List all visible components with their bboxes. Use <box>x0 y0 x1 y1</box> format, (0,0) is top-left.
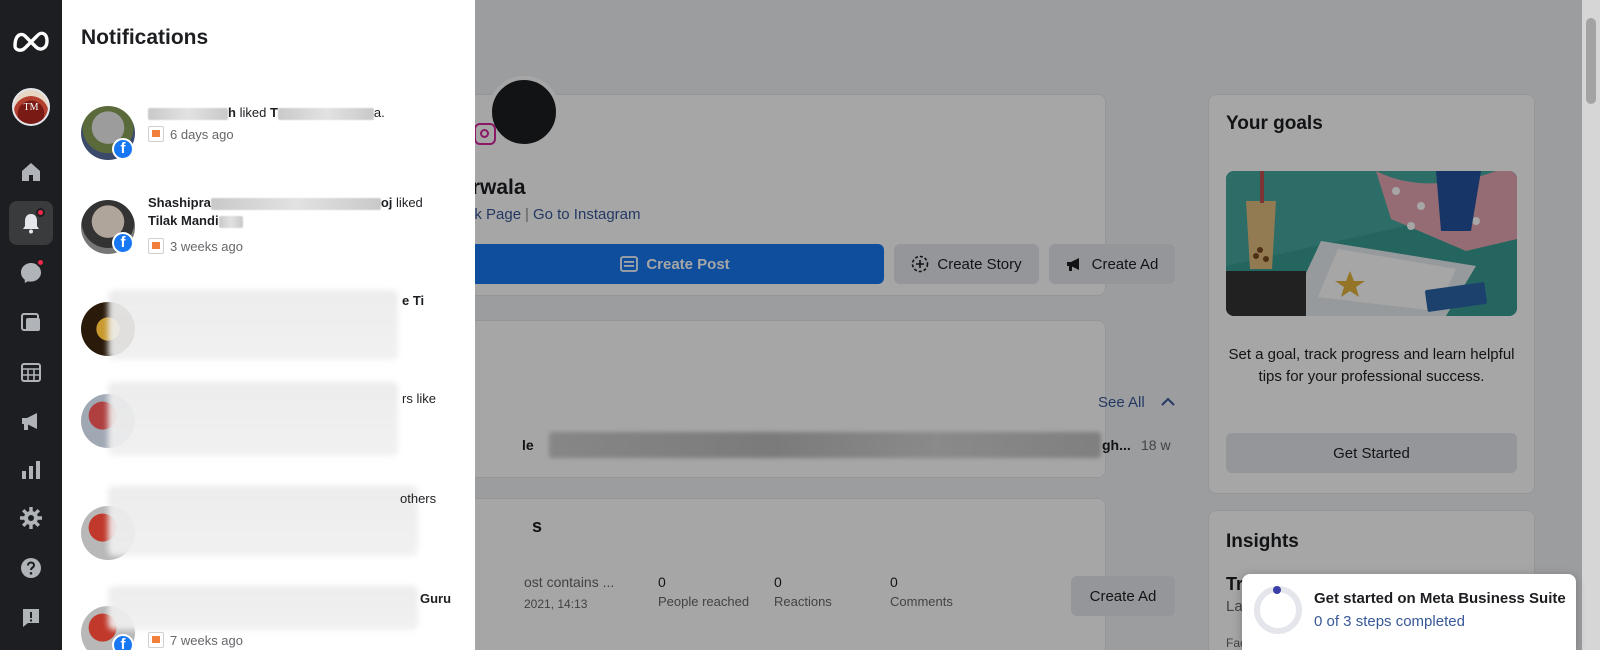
redacted-object <box>218 215 243 228</box>
redacted-object <box>277 107 374 120</box>
time-text: 7 weeks ago <box>170 632 243 648</box>
progress-ring <box>1254 586 1302 634</box>
get-started-toast[interactable]: Get started on Meta Business Suite 0 of … <box>1242 574 1576 650</box>
notifications-panel: Notifications f h liked Ta. 6 days ago f… <box>62 0 475 650</box>
notification-item[interactable]: rs like <box>62 382 475 482</box>
scrollbar-thumb[interactable] <box>1586 18 1596 104</box>
redacted-notification <box>108 586 418 630</box>
action-text: liked <box>239 105 267 120</box>
notification-time: 7 weeks ago <box>148 632 243 648</box>
gear-icon <box>20 507 42 529</box>
redacted-notification <box>108 486 418 556</box>
notification-text-fragment: e Ti <box>402 293 425 308</box>
nav-settings[interactable] <box>9 496 53 540</box>
nav-inbox[interactable] <box>9 251 53 295</box>
notification-time: 3 weeks ago <box>148 238 243 254</box>
notification-item[interactable]: e Ti <box>62 290 475 384</box>
content-icon <box>21 313 40 331</box>
nav-insights[interactable] <box>9 448 53 492</box>
help-icon <box>21 558 41 578</box>
nav-help[interactable] <box>9 546 53 590</box>
notification-item[interactable]: f Shashipra oj liked Tilak Mandi 3 weeks … <box>62 194 475 274</box>
notification-text-fragment: others <box>400 491 437 506</box>
notification-text-fragment: rs like <box>402 391 436 406</box>
page-flag-icon <box>148 126 164 142</box>
redacted-name <box>210 197 381 210</box>
toast-progress[interactable]: 0 of 3 steps completed <box>1314 613 1465 630</box>
facebook-icon: f <box>112 232 134 254</box>
notification-text: h liked Ta. <box>148 104 458 122</box>
meta-logo-icon[interactable] <box>9 18 53 62</box>
page-flag-icon <box>148 632 164 648</box>
nav-planner[interactable] <box>9 350 53 394</box>
redacted-notification <box>108 382 398 456</box>
page-avatar[interactable]: TM <box>12 88 50 126</box>
notification-item[interactable]: f Guru 7 weeks ago <box>62 586 475 650</box>
nav-report[interactable] <box>9 596 53 640</box>
action-text: liked <box>396 195 423 210</box>
avatar-text: TM <box>23 101 39 113</box>
notification-text-fragment: Guru <box>420 591 452 606</box>
actor-fragment-end: oj <box>380 195 393 210</box>
nav-ads[interactable] <box>9 399 53 443</box>
toast-title: Get started on Meta Business Suite <box>1314 590 1566 607</box>
object-fragment: T <box>269 105 278 120</box>
object-end: a. <box>373 105 385 120</box>
actor-fragment: h <box>228 105 236 120</box>
bar-chart-icon <box>22 461 40 479</box>
notification-item[interactable]: f h liked Ta. 6 days ago <box>62 104 475 174</box>
redacted-notification <box>108 290 398 360</box>
notification-item[interactable]: others <box>62 486 475 582</box>
redacted-name <box>148 107 228 120</box>
calendar-icon <box>21 363 41 382</box>
inbox-badge <box>36 258 45 267</box>
time-text: 3 weeks ago <box>170 238 243 254</box>
facebook-icon: f <box>112 634 134 650</box>
report-icon <box>23 609 39 627</box>
facebook-icon: f <box>112 138 134 160</box>
home-icon <box>22 163 40 181</box>
notification-text: Shashipra oj liked Tilak Mandi <box>148 194 458 230</box>
time-text: 6 days ago <box>170 126 234 142</box>
object-fragment: Tilak Mandi <box>148 213 219 228</box>
left-nav-rail: TM <box>0 0 62 650</box>
megaphone-icon <box>22 413 37 430</box>
actor-fragment: Shashipra <box>148 195 211 210</box>
notifications-title: Notifications <box>81 26 209 49</box>
nav-home[interactable] <box>9 150 53 194</box>
notification-time: 6 days ago <box>148 126 234 142</box>
nav-notifications[interactable] <box>9 201 53 245</box>
notification-badge <box>36 208 45 217</box>
nav-content[interactable] <box>9 300 53 344</box>
page-scrollbar[interactable] <box>1582 0 1600 650</box>
page-flag-icon <box>148 238 164 254</box>
